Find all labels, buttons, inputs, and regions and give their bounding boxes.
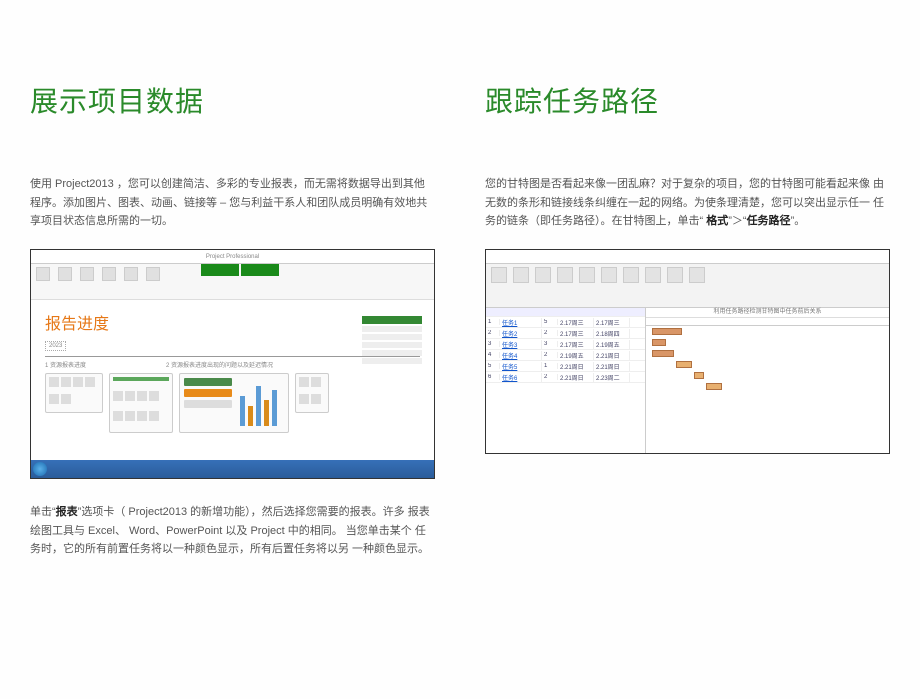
gantt-table: 1任务152.17周三2.17周三2任务222.17周三2.18周四3任务332… [486,308,646,453]
table-row: 3任务332.17周三2.19周五 [486,339,645,350]
ribbon-green-tab2 [241,264,279,276]
s1-body: 报告进度 2023 1 资源报表进度 2 资源报表进度出现的问题以及延迟情况 [31,300,434,458]
table-row: 4任务422.19周五2.21周日 [486,350,645,361]
s2-titlebar [486,250,889,264]
s1-right-panel [362,316,422,364]
windows-taskbar [31,460,434,478]
s1-sec-left: 1 资源报表进度 [45,360,86,369]
ribbon-green-tab [201,264,239,276]
left-column: 展示项目数据 使用 Project2013 ，您可以创建简洁、多彩的专业报表，而… [30,80,435,669]
table-row: 1任务152.17周三2.17周三 [486,317,645,328]
right-column: 跟踪任务路径 您的甘特图是否看起来像一团乱麻？对于复杂的项目，您的甘特图可能看起… [485,80,890,669]
gantt-chart: 利用任务路径检测甘特图中任务前后关系 [646,308,889,453]
table-row: 2任务222.17周三2.18周四 [486,328,645,339]
left-heading: 展示项目数据 [30,80,435,120]
s2-ribbon [486,264,889,308]
right-para1: 您的甘特图是否看起来像一团乱麻？对于复杂的项目，您的甘特图可能看起来像 由无数的… [485,175,890,231]
s1-ribbon [31,264,434,300]
screenshot-gantt: 1任务152.17周三2.17周三2任务222.17周三2.18周四3任务332… [485,249,890,454]
gantt-timescale-label: 利用任务路径检测甘特图中任务前后关系 [646,308,889,317]
s1-titlebar: Project Professional [31,250,434,264]
s1-sec-right: 2 资源报表进度出现的问题以及延迟情况 [166,360,273,369]
screenshot-report: Project Professional 报告进度 2023 1 资源报表进度 … [30,249,435,479]
start-button-icon [33,462,47,476]
table-row: 6任务622.21周日2.23周二 [486,372,645,383]
left-para2: 单击“报表”选项卡（ Project2013 的新增功能），然后选择您需要的报表… [30,503,435,559]
table-row: 5任务512.21周日2.21周日 [486,361,645,372]
left-para1: 使用 Project2013 ，您可以创建简洁、多彩的专业报表，而无需将数据导出… [30,175,435,231]
right-heading: 跟踪任务路径 [485,80,890,120]
